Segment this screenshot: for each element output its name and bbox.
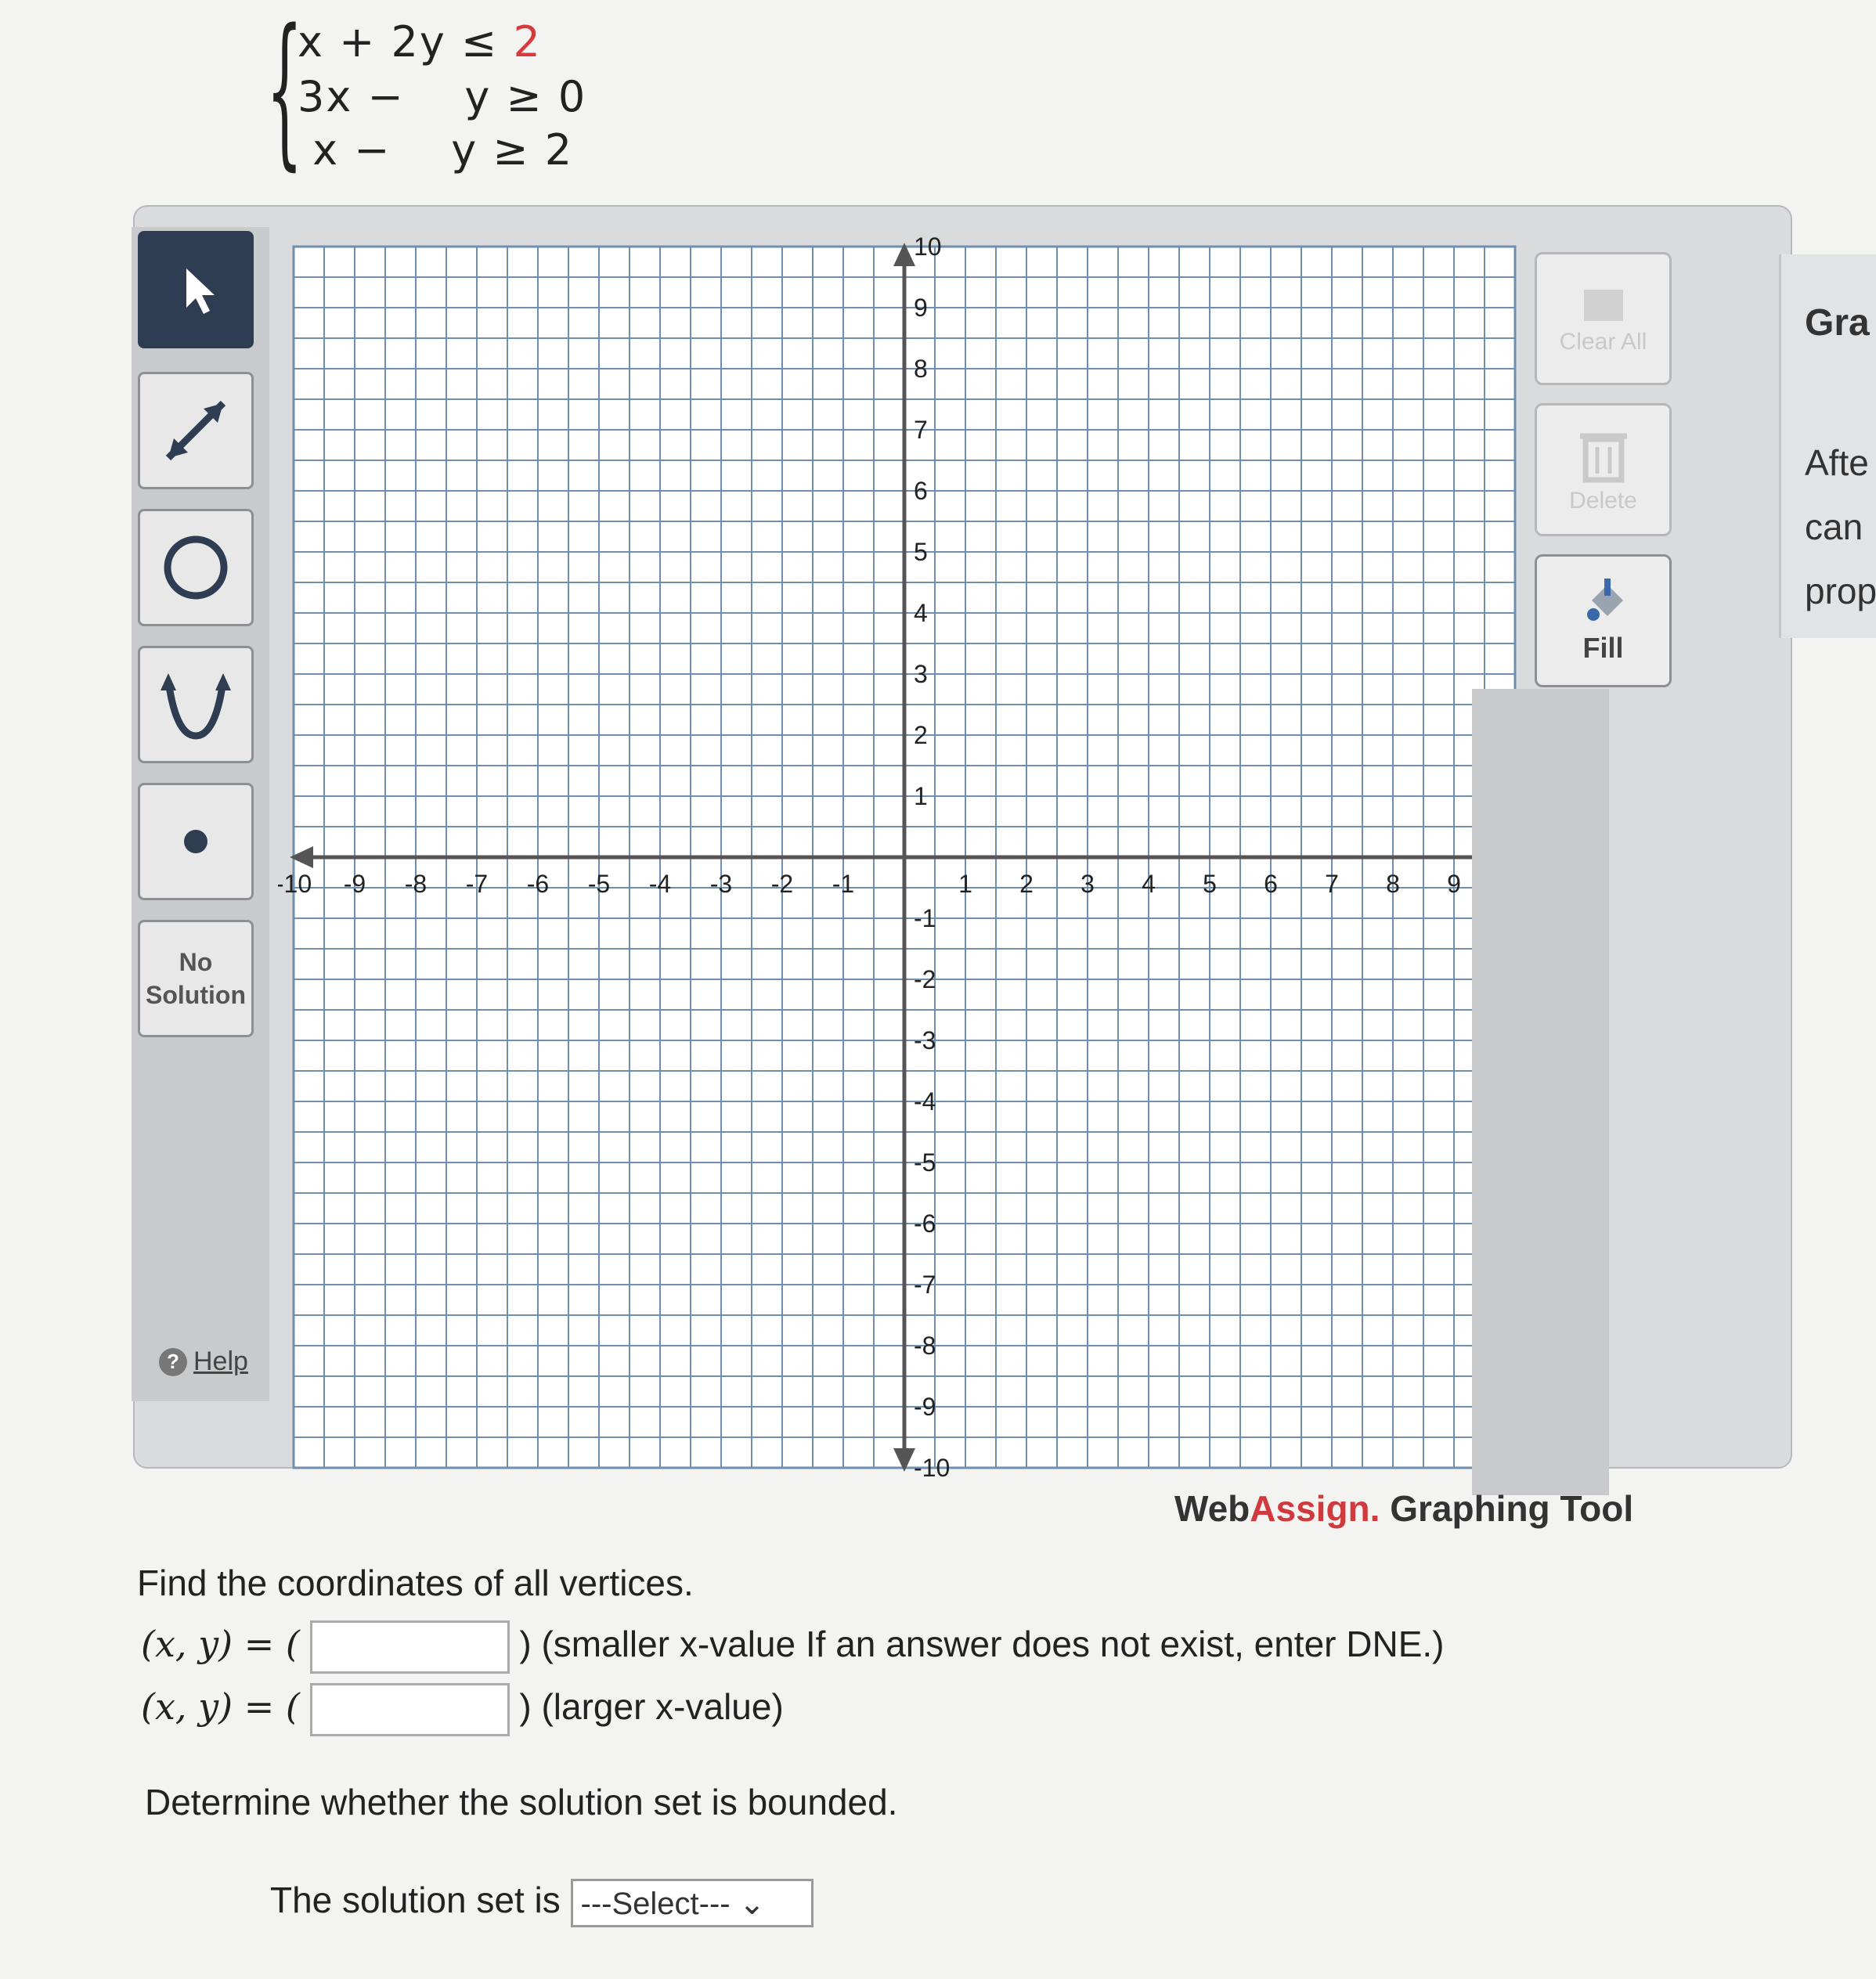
x-tick-label: -4 (649, 870, 671, 898)
x-tick-label: -7 (466, 870, 488, 898)
y-tick-label: -3 (914, 1026, 936, 1054)
vertex-1-input[interactable] (309, 1620, 510, 1674)
graph-area[interactable]: -10-9-8-7-6-5-4-3-2-11234567891010987654… (276, 231, 1531, 1483)
webassign-brand: WebAssign. Graphing Tool (1174, 1488, 1634, 1529)
left-toolbar: No Solution ? Help (132, 227, 269, 1401)
y-tick-label: -7 (914, 1271, 936, 1299)
vertex-2-row: (x, y) = ( ) (larger x-value) (141, 1683, 784, 1736)
x-tick-label: 3 (1081, 870, 1095, 898)
y-tick-label: 4 (914, 599, 928, 627)
y-tick-label: 7 (914, 416, 928, 444)
x-tick-label: -1 (832, 870, 854, 898)
x-tick-label: -2 (771, 870, 793, 898)
help-icon: ? (159, 1347, 187, 1376)
inequality-1: x + 2y ≤ 2 (298, 17, 542, 67)
pointer-icon (186, 269, 215, 314)
x-tick-label: 6 (1264, 870, 1278, 898)
line-tool-button[interactable] (138, 372, 254, 489)
y-tick-label: 3 (914, 660, 928, 688)
circle-tool-button[interactable] (138, 509, 254, 626)
circle-icon (164, 535, 228, 600)
bounded-select[interactable]: ---Select--- ⌄ (570, 1879, 814, 1927)
y-tick-label: -10 (914, 1454, 950, 1482)
x-tick-label: 9 (1447, 870, 1461, 898)
side-panel-title: Gra (1805, 302, 1870, 344)
line-segment-icon (165, 400, 226, 461)
y-tick-label: -1 (914, 904, 936, 932)
x-tick-label: 5 (1203, 870, 1217, 898)
trash-icon (1579, 433, 1627, 483)
inequality-2: 3x − y ≥ 0 (298, 72, 587, 121)
y-tick-label: -6 (914, 1209, 936, 1238)
y-tick-label: 2 (914, 721, 928, 749)
x-tick-label: -10 (278, 870, 312, 898)
parabola-icon (161, 673, 231, 740)
y-tick-label: -2 (914, 965, 936, 993)
x-tick-label: -3 (710, 870, 732, 898)
y-tick-label: 6 (914, 477, 928, 505)
side-panel-text: Afte can prop (1805, 442, 1876, 611)
vertex-1-row: (x, y) = ( ) (smaller x-value If an answ… (141, 1620, 1444, 1674)
y-tick-label: 8 (914, 355, 928, 383)
point-icon (184, 830, 207, 853)
fill-button[interactable]: Fill (1535, 554, 1672, 687)
y-tick-label: 5 (914, 538, 928, 566)
y-tick-label: -9 (914, 1393, 936, 1421)
x-tick-label: 7 (1325, 870, 1339, 898)
chevron-down-icon: ⌄ (738, 1887, 766, 1921)
clear-all-button[interactable]: Clear All (1535, 252, 1672, 385)
vertex-2-input[interactable] (309, 1683, 510, 1736)
side-panel: Gra Afte can prop (1779, 254, 1876, 638)
bounded-prompt: Determine whether the solution set is bo… (145, 1782, 898, 1822)
right-toolbar: Clear All Delete Fill (1535, 243, 1691, 1495)
help-link[interactable]: ? Help (159, 1346, 248, 1377)
no-solution-button[interactable]: No Solution (138, 920, 254, 1037)
point-tool-button[interactable] (138, 783, 254, 900)
x-tick-label: 2 (1019, 870, 1034, 898)
inequality-3: x − y ≥ 2 (298, 125, 574, 175)
x-tick-label: 1 (958, 870, 972, 898)
x-tick-label: -9 (344, 870, 366, 898)
delete-button[interactable]: Delete (1535, 403, 1672, 536)
y-tick-label: 1 (914, 782, 928, 810)
coordinate-plane[interactable]: -10-9-8-7-6-5-4-3-2-11234567891010987654… (276, 231, 1531, 1483)
pointer-tool-button[interactable] (138, 231, 254, 348)
y-tick-label: 10 (914, 233, 942, 261)
clear-all-icon (1583, 290, 1623, 321)
parabola-tool-button[interactable] (138, 646, 254, 763)
x-tick-label: -6 (527, 870, 549, 898)
fill-bucket-icon (1586, 579, 1623, 621)
y-tick-label: 9 (914, 294, 928, 322)
y-tick-label: -5 (914, 1148, 936, 1177)
solution-set-row: The solution set is ---Select--- ⌄ (270, 1879, 814, 1927)
y-tick-label: -4 (914, 1087, 936, 1116)
inequality-system: { x + 2y ≤ 2 3x − y ≥ 0 x − y ≥ 2 (266, 8, 595, 184)
x-tick-label: -5 (588, 870, 610, 898)
x-tick-label: -8 (405, 870, 427, 898)
vertices-prompt: Find the coordinates of all vertices. (137, 1563, 694, 1603)
y-tick-label: -8 (914, 1332, 936, 1360)
x-tick-label: 4 (1142, 870, 1156, 898)
x-tick-label: 8 (1386, 870, 1400, 898)
